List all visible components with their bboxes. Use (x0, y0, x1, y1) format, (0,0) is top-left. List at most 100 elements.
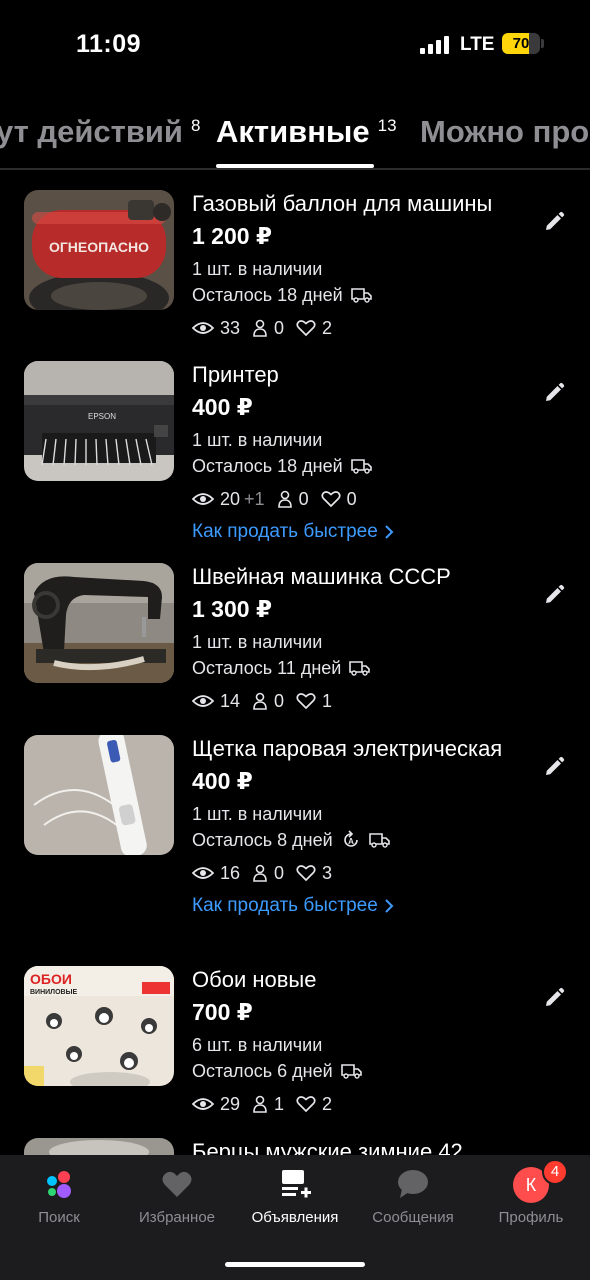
views-count: 14 (220, 690, 241, 711)
nav-label: Сообщения (372, 1209, 454, 1226)
listing-photo[interactable] (24, 735, 174, 855)
person-icon (253, 864, 267, 882)
battery-level: 70 (512, 35, 530, 52)
listing-remaining-row: Осталось 8 дней A (192, 827, 532, 853)
tab-label: Можно про (420, 114, 590, 149)
views-count: 16 (220, 862, 241, 883)
listing-title[interactable]: Берцы мужские зимние 42 (192, 1138, 532, 1155)
views-increment: +1 (244, 488, 265, 509)
listing-stats: 16 0 3 (192, 859, 532, 887)
auto-renew-icon: A (343, 830, 358, 847)
listing-stock: 1 шт. в наличии (192, 259, 323, 279)
listing-stock: 1 шт. в наличии (192, 804, 323, 824)
listing-remaining-row: Осталось 11 дней (192, 655, 532, 681)
listing-price: 400 ₽ (192, 768, 253, 794)
delivery-truck-icon (340, 1064, 362, 1079)
person-icon (253, 319, 267, 337)
svg-text:ОБОИ: ОБОИ (30, 971, 72, 987)
edit-pencil-icon[interactable] (542, 755, 566, 779)
listing-photo[interactable]: EPSON (24, 361, 174, 481)
battery-icon: 70 (502, 33, 540, 54)
eye-icon (192, 867, 214, 879)
heart-icon (162, 1171, 192, 1197)
favorites-count: 0 (346, 488, 357, 509)
eye-icon (192, 1098, 214, 1110)
listing-photo[interactable]: ОБОИ ВИНИЛОВЫЕ (24, 966, 174, 1086)
listing-stats: 14 0 1 (192, 687, 532, 715)
tab-can-promote[interactable]: Можно про (420, 114, 589, 150)
promote-link-label: Как продать быстрее (192, 521, 378, 542)
person-icon (253, 692, 267, 710)
listing-remaining-row: Осталось 18 дней (192, 453, 532, 479)
promote-link-label: Как продать быстрее (192, 895, 378, 916)
heart-outline-icon (296, 865, 316, 882)
listing-stats: 20 +1 0 0 (192, 485, 532, 513)
chat-icon (398, 1170, 428, 1198)
tab-active[interactable]: Активные 13 (216, 114, 397, 150)
listing-remaining: Осталось 18 дней (192, 285, 343, 305)
nav-label: Поиск (38, 1209, 80, 1226)
contacts-count: 0 (274, 317, 285, 338)
listing-remaining: Осталось 8 дней (192, 830, 333, 850)
edit-pencil-icon[interactable] (542, 381, 566, 405)
heart-outline-icon (296, 693, 316, 710)
nav-search[interactable]: Поиск (0, 1155, 118, 1255)
contacts-count: 1 (274, 1093, 285, 1114)
search-dots-icon (47, 1171, 71, 1198)
listing-stats: 29 1 2 (192, 1090, 532, 1118)
svg-text:A: A (348, 837, 354, 846)
nav-favorites[interactable]: Избранное (118, 1155, 236, 1255)
nav-label: Избранное (138, 1209, 216, 1226)
listing-photo[interactable] (24, 1138, 174, 1155)
listing-remaining: Осталось 18 дней (192, 456, 343, 476)
listing-title[interactable]: Щетка паровая электрическая (192, 735, 532, 763)
favorites-count: 3 (322, 862, 333, 883)
delivery-truck-icon (350, 288, 372, 303)
listing-photo[interactable] (24, 563, 174, 683)
listing-remaining-row: Осталось 18 дней (192, 282, 532, 308)
edit-pencil-icon[interactable] (542, 583, 566, 607)
contacts-count: 0 (274, 690, 285, 711)
battery-tip (541, 39, 544, 48)
listing-stock: 1 шт. в наличии (192, 632, 323, 652)
listing-price: 1 200 ₽ (192, 223, 272, 249)
listing-title[interactable]: Принтер (192, 361, 532, 389)
listings-list: ОГНЕОПАСНО Газовый баллон для машины 1 2… (0, 172, 590, 1155)
chevron-right-icon (385, 525, 394, 539)
listing-stats: 33 0 2 (192, 314, 532, 342)
listing-title[interactable]: Обои новые (192, 966, 532, 994)
chevron-right-icon (385, 899, 394, 913)
listing-tabs: ут действий 8 Активные 13 Можно про (0, 96, 590, 170)
listing-title[interactable]: Газовый баллон для машины (192, 190, 532, 218)
nav-messages[interactable]: Сообщения (354, 1155, 472, 1255)
edit-pencil-icon[interactable] (542, 986, 566, 1010)
tab-count: 13 (377, 115, 397, 135)
listing-title[interactable]: Швейная машинка СССР (192, 563, 532, 591)
listing-photo[interactable]: ОГНЕОПАСНО (24, 190, 174, 310)
nav-profile[interactable]: К 4 Профиль (472, 1155, 590, 1255)
listing-price: 1 300 ₽ (192, 596, 272, 622)
favorites-count: 2 (322, 1093, 333, 1114)
person-icon (253, 1095, 267, 1113)
promote-link[interactable]: Как продать быстрее (192, 893, 532, 919)
status-time: 11:09 (76, 30, 142, 58)
favorites-count: 1 (322, 690, 333, 711)
svg-text:ВИНИЛОВЫЕ: ВИНИЛОВЫЕ (30, 989, 77, 996)
listing-price: 400 ₽ (192, 394, 253, 420)
svg-text:ОГНЕОПАСНО: ОГНЕОПАСНО (49, 239, 149, 255)
heart-outline-icon (320, 491, 341, 508)
tab-awaiting-action[interactable]: ут действий 8 (0, 114, 200, 150)
promote-link[interactable]: Как продать быстрее (192, 519, 532, 545)
edit-pencil-icon[interactable] (542, 210, 566, 234)
listing-stock: 1 шт. в наличии (192, 430, 323, 450)
eye-icon (192, 322, 214, 334)
listing-price: 700 ₽ (192, 999, 253, 1025)
person-icon (277, 490, 292, 508)
listing-stock: 6 шт. в наличии (192, 1035, 323, 1055)
nav-listings[interactable]: Объявления (236, 1155, 354, 1255)
bottom-nav: Поиск Избранное Объявления Сообщения К 4… (0, 1155, 590, 1280)
delivery-truck-icon (368, 833, 390, 848)
tab-label: Активные (216, 114, 370, 149)
listings-icon (282, 1170, 311, 1198)
nav-label: Профиль (498, 1209, 564, 1226)
